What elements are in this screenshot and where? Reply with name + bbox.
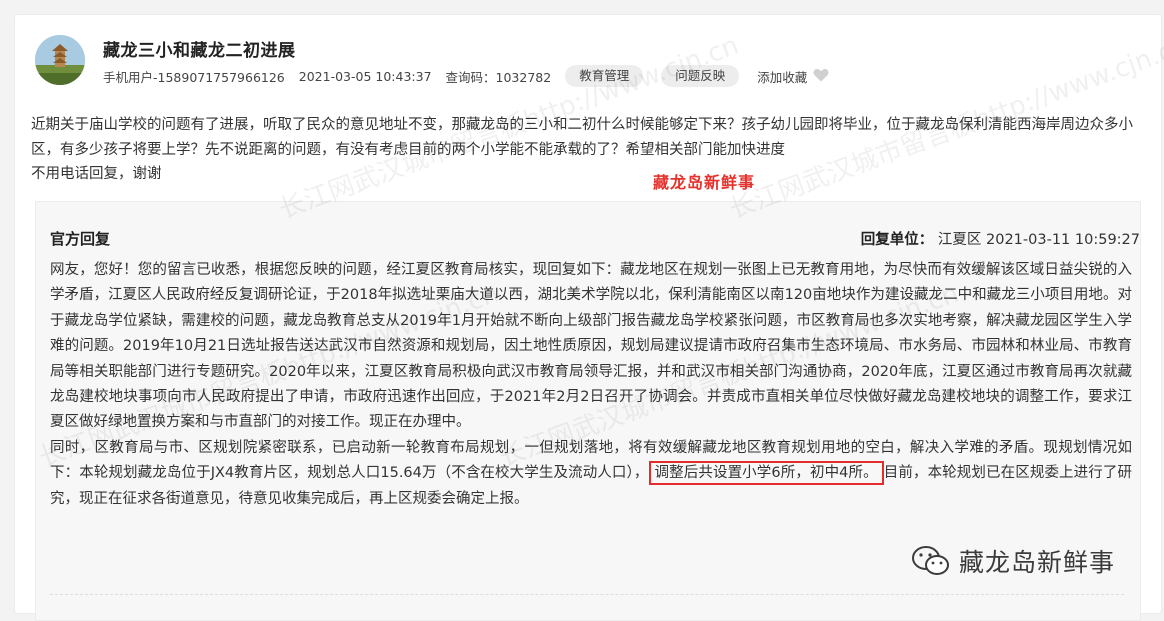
reply-body: 网友，您好！您的留言已收悉，根据您反映的问题，经江夏区教育局核实，现回复如下：藏… [50, 258, 1132, 512]
reply-paragraph-2: 同时，区教育局与市、区规划院紧密联系，已启动新一轮教育布局规划，一但规划落地，将… [50, 436, 1132, 512]
heart-icon[interactable] [813, 68, 829, 85]
wechat-icon [912, 546, 949, 575]
overlay-caption: 藏龙岛新鲜事 [653, 173, 756, 192]
user-avatar[interactable] [35, 35, 85, 85]
post-datetime: 2021-03-05 10:43:37 [298, 68, 432, 84]
post-meta: 手机用户-1589071757966126 2021-03-05 10:43:3… [103, 65, 829, 87]
reply-unit-line: 回复单位： 江夏区 2021-03-11 10:59:27 [861, 228, 1140, 249]
reply-datetime: 2021-03-11 10:59:27 [986, 232, 1140, 248]
highlight-box: 调整后共设置小学6所，初中4所。 [648, 461, 884, 486]
reply-unit-label: 回复单位： [860, 232, 934, 248]
reply-unit: 江夏区 [937, 232, 982, 248]
wechat-label: 藏龙岛新鲜事 [959, 548, 1116, 577]
query-code: 查询码：1032782 [445, 69, 552, 85]
divider [50, 594, 1124, 595]
post-card: 藏龙三小和藏龙二初进展 手机用户-1589071757966126 2021-0… [14, 14, 1164, 621]
question-text: 近期关于庙山学校的问题有了进展，听取了民众的意见地址不变，那藏龙岛的三小和二初什… [31, 117, 1133, 158]
tag-education[interactable]: 教育管理 [565, 65, 644, 87]
post-title: 藏龙三小和藏龙二初进展 [103, 41, 296, 61]
reply-paragraph: 网友，您好！您的留言已收悉，根据您反映的问题，经江夏区教育局核实，现回复如下：藏… [50, 262, 1132, 431]
tag-feedback[interactable]: 问题反映 [661, 65, 740, 87]
wechat-overlay: 藏龙岛新鲜事 [911, 543, 1115, 579]
question-note: 不用电话回复，谢谢 [31, 166, 162, 182]
post-user: 手机用户-1589071757966126 [103, 69, 285, 85]
question-body: 近期关于庙山学校的问题有了进展，听取了民众的意见地址不变，那藏龙岛的三小和二初什… [31, 113, 1161, 187]
reply-heading: 官方回复 [50, 230, 111, 248]
add-favorite-button[interactable]: 添加收藏 [757, 67, 807, 86]
